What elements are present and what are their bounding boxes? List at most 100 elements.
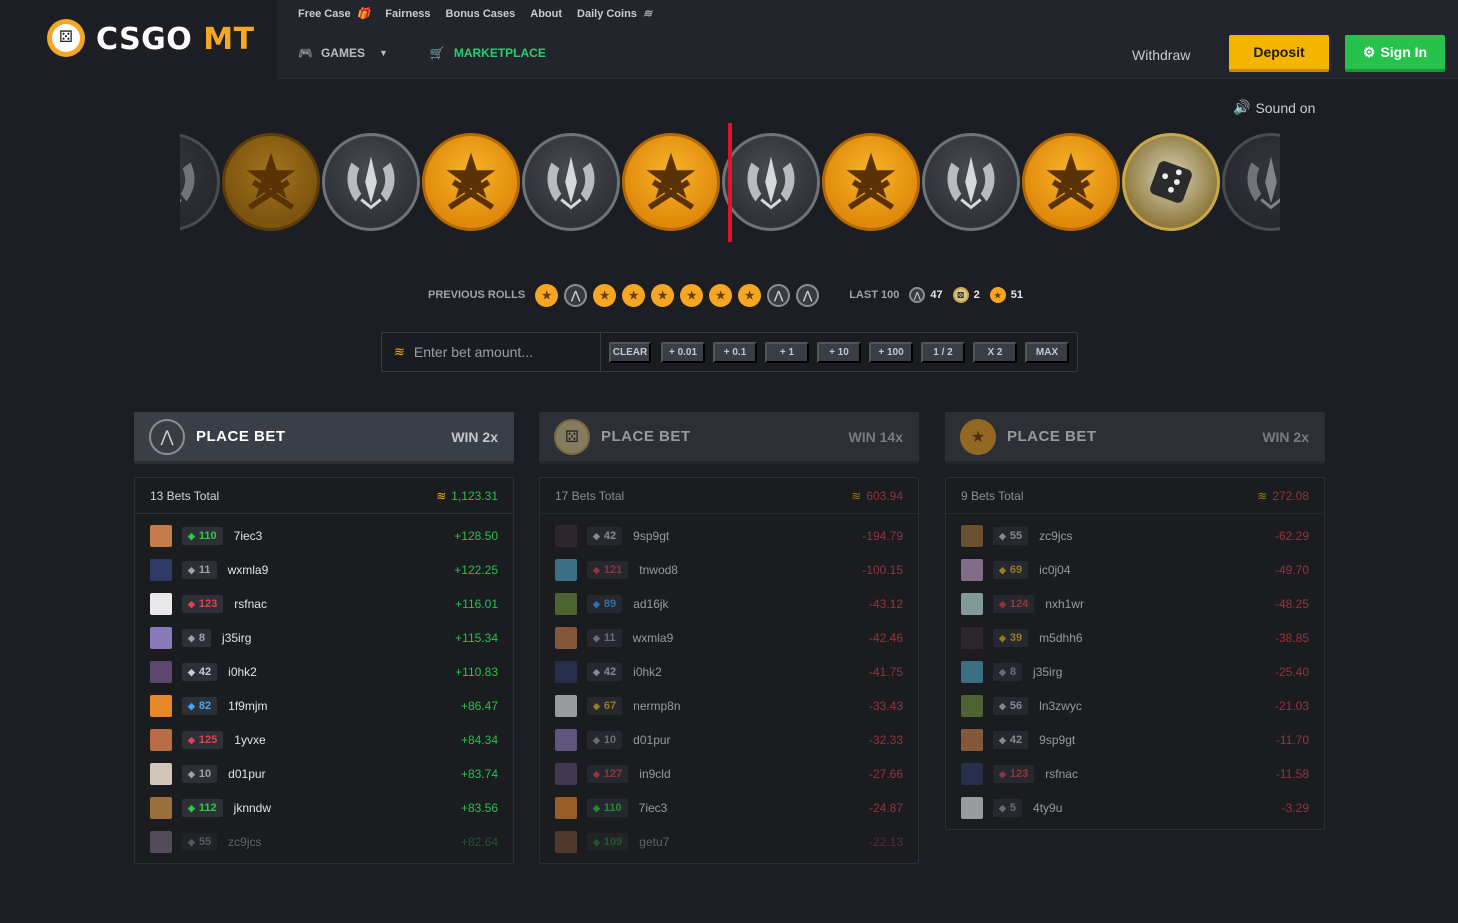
bet-value: -100.15	[862, 563, 903, 577]
level-icon: ◆	[999, 666, 1006, 677]
roulette-marker	[728, 123, 732, 242]
bet-amount-box: ≋ CLEAR + 0.01 + 0.1 + 1 + 10 + 100 1 / …	[381, 332, 1078, 372]
level-value: 10	[603, 734, 617, 746]
subnav-bonus-cases[interactable]: Bonus Cases	[446, 7, 516, 20]
sign-in-button[interactable]: ⚙ Sign In	[1345, 35, 1445, 72]
level-icon: ◆	[593, 564, 600, 575]
marketplace-link[interactable]: 🛒 MARKETPLACE	[430, 46, 546, 60]
subnav-about[interactable]: About	[530, 7, 562, 20]
avatar	[150, 661, 172, 683]
level-icon: ◆	[999, 700, 1006, 711]
logo-dice-icon: ⚄	[47, 19, 85, 57]
previous-rolls: PREVIOUS ROLLS ★ ⋀ ★ ★ ★ ★ ★ ★ ⋀ ⋀ LAST 100 ⋀ 47 ⚄…	[428, 282, 1033, 308]
avatar	[961, 559, 983, 581]
previous-roll-t-icon: ★	[622, 283, 646, 307]
roulette-coin-t	[622, 133, 720, 231]
level-icon: ◆	[593, 734, 600, 745]
bet-row: ◆ 8 j35irg +115.34	[135, 621, 513, 655]
level-badge: ◆ 42	[182, 663, 218, 681]
avatar	[555, 729, 577, 751]
level-icon: ◆	[999, 632, 1006, 643]
username: i0hk2	[633, 665, 662, 679]
level-icon: ◆	[188, 768, 195, 779]
level-value: 5	[1009, 802, 1017, 814]
place-bet-bonus-button[interactable]: ⚄ PLACE BET WIN 14x	[539, 412, 919, 464]
last-100-label: LAST 100	[849, 289, 900, 301]
bet-value: +86.47	[460, 699, 498, 713]
level-badge: ◆ 56	[993, 697, 1029, 715]
brand-name: CSGO MT	[96, 22, 255, 57]
place-bet-t-button[interactable]: ★ PLACE BET WIN 2x	[945, 412, 1325, 464]
level-icon: ◆	[593, 666, 600, 677]
avatar	[150, 763, 172, 785]
bet-half-button[interactable]: 1 / 2	[921, 342, 965, 363]
bet-double-button[interactable]: X 2	[973, 342, 1017, 363]
username: m5dhh6	[1039, 631, 1083, 645]
win-multiplier: WIN 2x	[451, 428, 498, 445]
level-icon: ◆	[188, 564, 195, 575]
bet-max-button[interactable]: MAX	[1025, 342, 1069, 363]
subnav-free-case[interactable]: Free Case 🎁	[298, 7, 371, 21]
avatar	[961, 797, 983, 819]
avatar	[555, 627, 577, 649]
level-value: 110	[603, 802, 622, 814]
subnav-daily-coins[interactable]: Daily Coins ≋	[577, 7, 652, 21]
sound-toggle[interactable]: 🔊 Sound on	[1233, 99, 1315, 116]
bet-value: -33.43	[868, 699, 903, 713]
bet-row: ◆ 55 zc9jcs -62.29	[946, 519, 1324, 553]
bet-value: -21.03	[1274, 699, 1309, 713]
bet-value: -42.46	[868, 631, 903, 645]
gift-icon: 🎁	[356, 8, 371, 20]
avatar	[150, 593, 172, 615]
level-icon: ◆	[188, 700, 195, 711]
level-value: 124	[1009, 598, 1029, 610]
bet-amount-input[interactable]	[413, 344, 574, 360]
bet-row: ◆ 110 7iec3 -24.87	[540, 791, 918, 825]
level-badge: ◆ 42	[993, 731, 1029, 749]
bet-add-100-button[interactable]: + 100	[869, 342, 913, 363]
level-icon: ◆	[593, 530, 600, 541]
level-value: 89	[603, 598, 617, 610]
username: in9cld	[639, 767, 671, 781]
win-multiplier: WIN 14x	[848, 428, 903, 445]
level-badge: ◆ 42	[587, 527, 623, 545]
username: 1yvxe	[234, 733, 266, 747]
level-value: 82	[198, 700, 212, 712]
bets-panel: 13 Bets Total ≋ 1,123.31 ◆ 110 7iec3 +128.50…	[134, 477, 514, 864]
bet-add-1-button[interactable]: + 1	[765, 342, 809, 363]
bet-clear-button[interactable]: CLEAR	[609, 342, 651, 363]
bet-row: ◆ 11 wxmla9 -42.46	[540, 621, 918, 655]
subnav-fairness[interactable]: Fairness	[385, 7, 430, 20]
ct-count: 47	[930, 289, 943, 301]
username: 9sp9gt	[1039, 733, 1076, 747]
place-bet-ct-button[interactable]: ⋀ PLACE BET WIN 2x	[134, 412, 514, 464]
bets-panel: 17 Bets Total ≋ 603.94 ◆ 42 9sp9gt -194.79 ◆ 1…	[539, 477, 919, 864]
roulette-coin-ct	[922, 133, 1020, 231]
games-dropdown[interactable]: 🎮 GAMES ▼	[298, 46, 388, 60]
previous-roll-ct-icon: ⋀	[564, 283, 588, 307]
avatar	[150, 729, 172, 751]
level-badge: ◆ 121	[587, 561, 629, 579]
level-badge: ◆ 112	[182, 799, 223, 817]
bet-add-10-button[interactable]: + 10	[817, 342, 861, 363]
bet-add-0-1-button[interactable]: + 0.1	[713, 342, 757, 363]
avatar	[961, 661, 983, 683]
bet-add-0-01-button[interactable]: + 0.01	[661, 342, 705, 363]
username: wxmla9	[227, 563, 269, 577]
level-value: 11	[198, 564, 211, 576]
bet-value: -32.33	[868, 733, 903, 747]
roulette-coin-t	[422, 133, 520, 231]
roulette-coin-ct	[522, 133, 620, 231]
bet-row: ◆ 10 d01pur -32.33	[540, 723, 918, 757]
logo-area[interactable]: ⚄ CSGO MT	[0, 0, 278, 79]
bet-row: ◆ 110 7iec3 +128.50	[135, 519, 513, 553]
games-label: GAMES	[320, 46, 365, 60]
avatar	[961, 627, 983, 649]
level-badge: ◆ 110	[182, 527, 223, 545]
deposit-button[interactable]: Deposit	[1229, 35, 1329, 72]
level-badge: ◆ 10	[587, 731, 623, 749]
level-badge: ◆ 39	[993, 629, 1029, 647]
ct-count-icon: ⋀	[909, 287, 926, 303]
bet-row: ◆ 42 i0hk2 +110.83	[135, 655, 513, 689]
withdraw-link[interactable]: Withdraw	[1132, 47, 1190, 63]
